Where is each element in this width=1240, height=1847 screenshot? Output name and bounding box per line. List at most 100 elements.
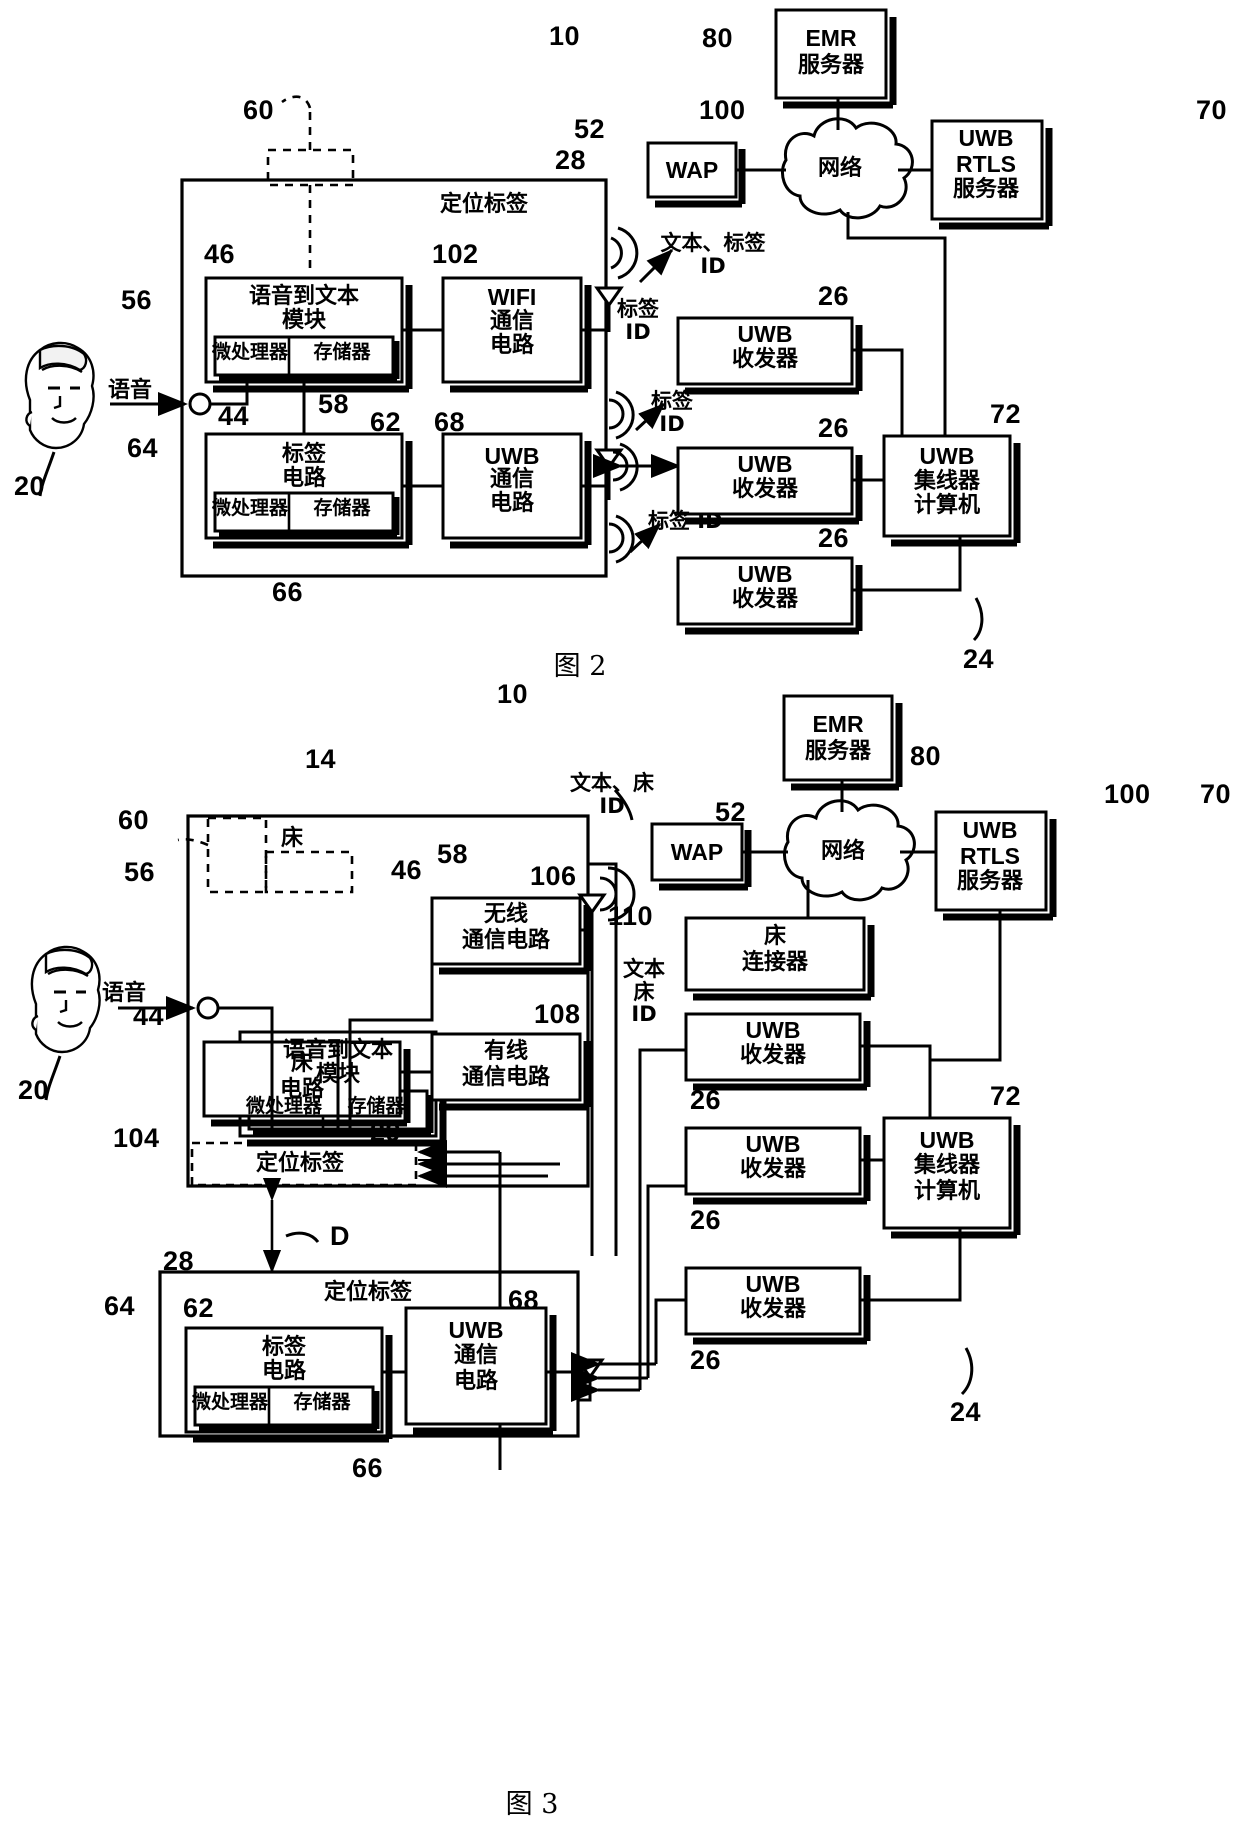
locating-tag-title-fig3: 定位标签 xyxy=(323,1280,413,1305)
ref-70-fig3: 70 xyxy=(1200,779,1232,809)
hub-line2-fig3: 集线器 xyxy=(913,1153,981,1178)
figure-2-caption: 图 2 xyxy=(553,651,607,682)
wireless-comm-line1-fig3: 无线 xyxy=(483,902,529,927)
hub-line3-fig3: 计算机 xyxy=(913,1179,981,1204)
ref-44-fig3: 44 xyxy=(133,1001,165,1031)
ref-100-fig2: 100 xyxy=(699,95,746,125)
ref-14-fig3: 14 xyxy=(305,744,337,774)
signal-label-fig3-1: 文本、床 ID xyxy=(570,771,654,818)
tag-circuit-line2-fig2: 电路 xyxy=(281,466,327,491)
wifi-line1-fig2: WIFI xyxy=(487,284,537,310)
microprocessor-label-fig3-b: 微处理器 xyxy=(191,1391,269,1413)
ref-60-fig2: 60 xyxy=(243,95,275,125)
ref-58-fig2: 58 xyxy=(318,389,350,419)
ref-26-fig3-1: 26 xyxy=(690,1085,722,1115)
ref-56-fig2: 56 xyxy=(121,285,153,315)
ref-100-fig3: 100 xyxy=(1104,779,1151,809)
ref-70-fig2: 70 xyxy=(1196,95,1228,125)
ref-52-fig3: 52 xyxy=(715,797,747,827)
ref-68-fig3: 68 xyxy=(508,1285,540,1315)
voice-input-label-fig2: 语音 xyxy=(108,378,153,403)
transceiver-3-line2-fig3: 收发器 xyxy=(739,1297,807,1322)
wired-comm-line2-fig3: 通信电路 xyxy=(461,1065,551,1090)
wifi-line2-fig2: 通信 xyxy=(489,309,535,334)
tag-circuit-line1-fig2: 标签 xyxy=(281,442,327,467)
memory-label-fig3-b: 存储器 xyxy=(293,1391,351,1413)
ref-110-fig3: 110 xyxy=(608,901,654,931)
ref-106-fig3: 106 xyxy=(530,861,577,891)
ref-108-fig3: 108 xyxy=(534,999,581,1029)
voice-input-label-fig3: 语音 xyxy=(102,981,147,1006)
ref-68-fig2: 68 xyxy=(434,407,466,437)
hub-line1-fig2: UWB xyxy=(919,443,975,469)
ref-56-fig3: 56 xyxy=(124,857,156,887)
hub-line2-fig2: 集线器 xyxy=(913,469,981,494)
patent-drawing-sheet: 60 28 定位标签 46 语音到文本 模块 56 微处理器 存储器 58 10… xyxy=(0,0,1240,1847)
rtls-line2-fig2: RTLS xyxy=(955,151,1017,177)
network-cloud-label-fig3: 网络 xyxy=(820,839,866,864)
signal-label-fig3-2: 文本 床 ID xyxy=(623,957,665,1027)
ref-26-fig3-3: 26 xyxy=(690,1345,722,1375)
memory-label-fig3-a: 存储器 xyxy=(347,1095,405,1117)
ref-62-fig2: 62 xyxy=(370,407,402,437)
ref-80-fig2: 80 xyxy=(702,23,734,53)
ref-20-fig3: 20 xyxy=(18,1075,50,1105)
transceiver-1-line2-fig3: 收发器 xyxy=(739,1043,807,1068)
emr-line1-fig2: EMR xyxy=(805,25,857,51)
uwb-comm-line3-fig2: 电路 xyxy=(489,491,535,516)
wap-label-fig2: WAP xyxy=(665,157,719,183)
hub-line1-fig3: UWB xyxy=(919,1127,975,1153)
microprocessor-label-fig2-b: 微处理器 xyxy=(211,497,289,519)
ref-64-fig3: 64 xyxy=(104,1291,136,1321)
signal-label-fig2-2: 标签 ID xyxy=(617,297,659,344)
hub-line3-fig2: 计算机 xyxy=(913,493,981,518)
speech-to-text-line1-fig2: 语音到文本 xyxy=(248,284,360,309)
ref-28-fig3: 28 xyxy=(163,1246,195,1276)
ref-46-fig3: 46 xyxy=(391,855,423,885)
uwb-comm-line1-fig2: UWB xyxy=(484,443,540,469)
transceiver-3-line1-fig3: UWB xyxy=(745,1271,801,1297)
ref-46-fig2: 46 xyxy=(204,239,236,269)
ref-80-fig3: 80 xyxy=(910,741,942,771)
drawing-text-layer: 60 28 定位标签 46 语音到文本 模块 56 微处理器 存储器 58 10… xyxy=(0,0,1240,1847)
rtls-line3-fig3: 服务器 xyxy=(956,869,1024,894)
wired-comm-line1-fig3: 有线 xyxy=(483,1039,529,1064)
rtls-line2-fig3: RTLS xyxy=(959,843,1021,869)
wireless-comm-line2-fig3: 通信电路 xyxy=(461,928,551,953)
ref-72-fig3: 72 xyxy=(990,1081,1022,1111)
transceiver-2-line1-fig2: UWB xyxy=(737,451,793,477)
tag-circuit-line2-fig3: 电路 xyxy=(261,1359,307,1384)
bed-title-fig3: 床 xyxy=(281,826,304,851)
ref-62-fig3: 62 xyxy=(183,1293,215,1323)
uwb-comm-line1-fig3: UWB xyxy=(448,1317,504,1343)
wifi-line3-fig2: 电路 xyxy=(489,333,535,358)
ref-10-fig2: 10 xyxy=(549,21,581,51)
rtls-line1-fig2: UWB xyxy=(958,125,1014,151)
ref-26-fig2-3: 26 xyxy=(818,523,850,553)
ref-24-fig2: 24 xyxy=(963,644,995,674)
transceiver-3-line1-fig2: UWB xyxy=(737,561,793,587)
wap-label-fig3: WAP xyxy=(670,839,724,865)
ref-66-fig3: 66 xyxy=(352,1453,384,1483)
transceiver-1-line1-fig3: UWB xyxy=(745,1017,801,1043)
ref-24-fig3: 24 xyxy=(950,1397,982,1427)
speech-to-text-line2-fig2: 模块 xyxy=(281,308,327,333)
ref-26-fig2-2: 26 xyxy=(818,413,850,443)
signal-label-fig2-4: 标签 ID xyxy=(648,509,723,533)
bed-circuit-line2-fig3: 电路 xyxy=(279,1077,325,1102)
distance-label-fig3: D xyxy=(330,1221,350,1251)
rtls-line3-fig2: 服务器 xyxy=(952,177,1020,202)
locating-tag-title-fig2: 定位标签 xyxy=(440,192,529,217)
uwb-comm-line3-fig3: 电路 xyxy=(453,1369,499,1394)
signal-label-fig2-1: 文本、标签 ID xyxy=(660,231,766,278)
bed-connector-line2-fig3: 连接器 xyxy=(741,950,809,975)
ref-104-fig3: 104 xyxy=(113,1123,160,1153)
ref-58-fig3: 58 xyxy=(437,839,469,869)
network-cloud-label-fig2: 网络 xyxy=(817,156,863,181)
figure-3-caption: 图 3 xyxy=(505,1789,559,1820)
ref-28-fig2: 28 xyxy=(555,145,587,175)
emr-line1-fig3: EMR xyxy=(812,711,864,737)
microprocessor-label-fig2-a: 微处理器 xyxy=(211,341,289,363)
ref-64-fig2: 64 xyxy=(127,433,159,463)
transceiver-2-line1-fig3: UWB xyxy=(745,1131,801,1157)
